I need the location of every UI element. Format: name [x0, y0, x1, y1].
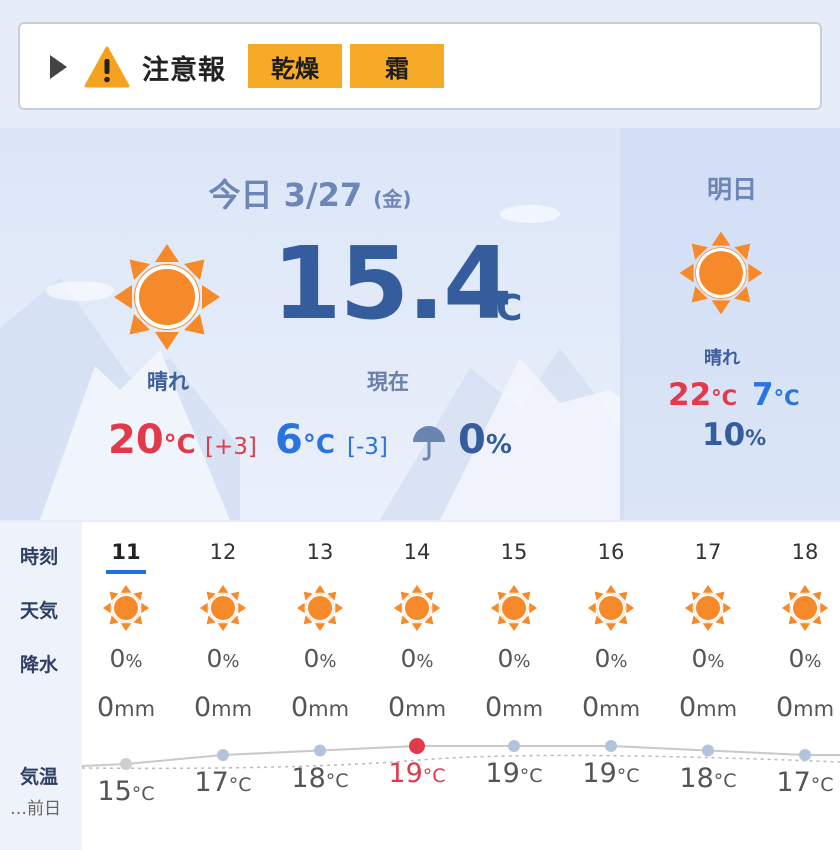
temperature-point	[314, 744, 326, 757]
temperature-line-chart	[81, 738, 840, 770]
temperature-point	[409, 738, 425, 754]
temperature-point	[508, 740, 520, 752]
temperature-point	[799, 749, 811, 761]
temperature-point	[217, 749, 229, 761]
temperature-line	[81, 745, 840, 767]
temperature-point	[605, 740, 617, 752]
temperature-point	[702, 744, 714, 757]
temperature-point	[120, 758, 132, 770]
